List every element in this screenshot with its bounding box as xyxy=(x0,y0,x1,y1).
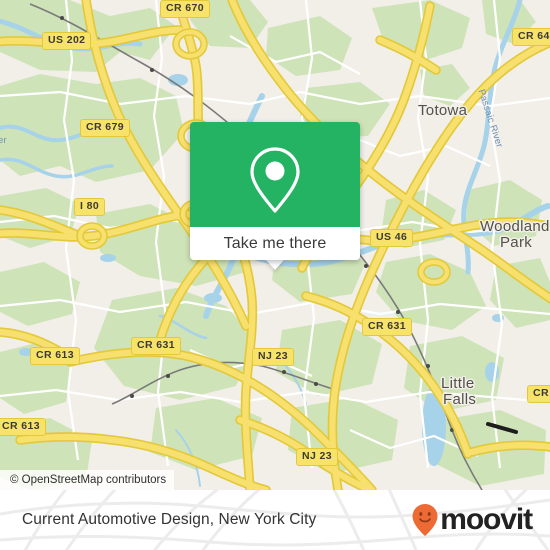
moovit-logo[interactable]: moovit xyxy=(411,503,533,537)
card-image-area xyxy=(190,122,360,227)
map-screenshot: Passaic River er Totowa Woodland Park Li… xyxy=(0,0,550,550)
place-label-falls: Falls xyxy=(443,391,477,408)
road-shield-cr-646: CR 646 xyxy=(512,28,550,46)
place-label-little: Little xyxy=(441,375,475,392)
place-label-woodland: Woodland xyxy=(480,218,550,235)
map-pin-icon xyxy=(190,144,360,216)
road-shield-us-46: US 46 xyxy=(370,229,414,247)
moovit-wordmark: moovit xyxy=(440,503,533,536)
road-shield-nj-23-lower: NJ 23 xyxy=(296,448,339,466)
road-shield-cr-631-upper: CR 631 xyxy=(362,318,413,336)
road-shield-cr-613-lower: CR 613 xyxy=(0,418,47,436)
take-me-there-label: Take me there xyxy=(223,234,327,252)
page-title: Current Automotive Design, New York City xyxy=(22,511,317,528)
osm-attribution[interactable]: © OpenStreetMap contributors xyxy=(0,470,175,490)
moovit-smiling-pin-logo-icon xyxy=(411,503,439,537)
road-shield-i-80: I 80 xyxy=(74,198,106,216)
road-shield-cr-670: CR 670 xyxy=(160,0,211,18)
road-shield-nj-23-upper: NJ 23 xyxy=(252,348,295,366)
road-shield-cr-631-left: CR 631 xyxy=(131,337,182,355)
road-shield-cr-clipped: CR xyxy=(527,385,550,403)
place-label-totowa: Totowa xyxy=(418,102,468,119)
road-shield-us-202: US 202 xyxy=(42,32,92,50)
card-pointer-tail xyxy=(266,260,284,270)
destination-callout-card[interactable]: Take me there xyxy=(190,122,360,260)
road-shield-cr-679: CR 679 xyxy=(80,119,131,137)
road-shield-cr-613-upper: CR 613 xyxy=(30,347,81,365)
take-me-there-button[interactable]: Take me there xyxy=(190,227,360,260)
place-label-park: Park xyxy=(500,234,533,251)
water-label-clipped: er xyxy=(0,135,7,146)
bottom-branding-bar: Current Automotive Design, New York City… xyxy=(0,490,550,550)
